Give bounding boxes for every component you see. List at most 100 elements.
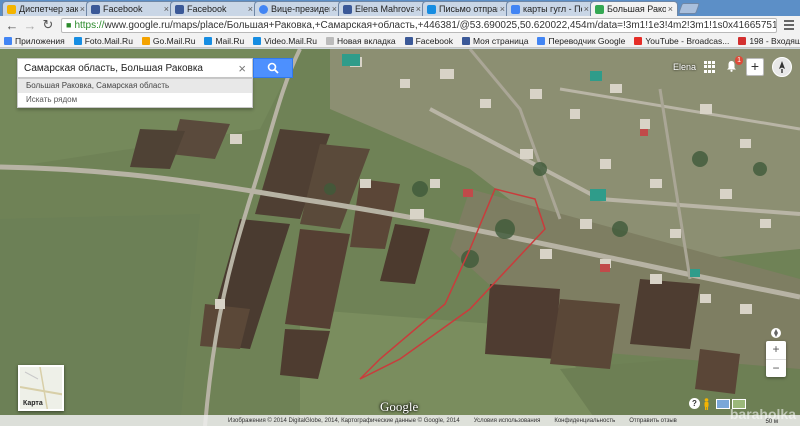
bookmark-go-mail[interactable]: Go.Mail.Ru xyxy=(141,35,196,46)
bookmark-mail-ru[interactable]: Mail.Ru xyxy=(204,36,244,46)
map-type-switcher[interactable]: Карта xyxy=(18,365,64,411)
back-button[interactable]: ← xyxy=(3,17,21,33)
close-icon[interactable]: × xyxy=(238,61,246,76)
search-input[interactable]: Самарская область, Большая Раковка × xyxy=(17,58,253,78)
user-name[interactable]: Elena xyxy=(673,62,696,72)
lock-icon: ■ xyxy=(66,20,72,30)
url-text: www.google.ru/maps/place/Большая+Раковка… xyxy=(104,19,777,31)
tab-bookmark-manager[interactable]: Диспетчер заклад × xyxy=(2,1,90,16)
bookmark-apps[interactable]: Приложения xyxy=(4,36,65,46)
hamburger-line xyxy=(784,28,794,30)
tab-elena-mahrova[interactable]: Elena Mahrova × xyxy=(338,1,426,16)
arrow-right-icon: → xyxy=(23,17,37,33)
bookmark-label: Foto.Mail.Ru xyxy=(84,35,133,46)
tab-title: Диспетчер заклад xyxy=(19,4,78,14)
bookmark-yandex-inbox[interactable]: 198 - Входящие — Я... xyxy=(738,36,800,46)
search-button[interactable] xyxy=(253,58,293,78)
facebook-icon xyxy=(461,36,470,45)
hamburger-line xyxy=(784,24,794,26)
close-icon[interactable]: × xyxy=(668,4,673,14)
search-icon xyxy=(267,62,279,74)
google-logo: Google xyxy=(380,399,419,414)
chrome-menu-button[interactable] xyxy=(781,18,797,32)
tab-title: Вице-президент xyxy=(271,4,330,14)
bookmark-youtube[interactable]: YouTube - Broadcas... xyxy=(634,36,729,46)
bookmarks-bar: Приложения Foto.Mail.Ru Go.Mail.Ru Mail.… xyxy=(0,34,800,48)
google-search-icon xyxy=(511,4,520,14)
tab-vice-president[interactable]: Вице-президент × xyxy=(254,1,342,16)
address-bar[interactable]: ■ https://www.google.ru/maps/place/Больш… xyxy=(61,17,777,33)
compass-icon[interactable] xyxy=(766,327,786,339)
bookmark-my-page[interactable]: Моя страница xyxy=(461,36,528,46)
youtube-icon xyxy=(634,36,643,45)
facebook-icon xyxy=(91,4,100,14)
mailru-icon xyxy=(73,36,82,45)
tab-google-maps-search[interactable]: карты гугл - Пои × xyxy=(506,1,594,16)
bookmark-label: Facebook xyxy=(415,35,453,46)
watermark-text: baraholka xyxy=(729,406,796,422)
bookmark-new-tab[interactable]: Новая вкладка xyxy=(326,36,396,46)
help-button[interactable]: ? xyxy=(689,398,700,409)
share-plus-button[interactable]: + xyxy=(746,58,764,76)
satellite-map[interactable]: Самарская область, Большая Раковка × Бол… xyxy=(0,49,800,426)
avatar[interactable] xyxy=(772,57,792,77)
bookmark-label: Новая вкладка xyxy=(337,35,396,46)
notifications-bell-icon[interactable]: 1 xyxy=(724,56,743,74)
facebook-icon xyxy=(343,4,352,14)
bookmark-foto-mail[interactable]: Foto.Mail.Ru xyxy=(73,35,133,46)
pegman-icon[interactable] xyxy=(703,398,710,410)
page-icon xyxy=(326,36,335,45)
tab-facebook-1[interactable]: Facebook × xyxy=(86,1,174,16)
bookmark-label: Приложения xyxy=(15,35,65,46)
close-icon[interactable]: × xyxy=(248,4,253,14)
feedback-link[interactable]: Отправить отзыв xyxy=(629,418,677,424)
tab-mail-sent[interactable]: Письмо отправл × xyxy=(422,1,510,16)
bookmark-video-mail[interactable]: Video.Mail.Ru xyxy=(253,36,317,46)
attribution-text: Изображения © 2014 DigitalGlobe, 2014, К… xyxy=(228,417,460,424)
bookmark-label: Mail.Ru xyxy=(215,35,245,46)
bookmark-facebook[interactable]: Facebook xyxy=(404,35,453,46)
tab-title: Письмо отправл xyxy=(439,4,498,14)
search-input-value: Самарская область, Большая Раковка xyxy=(24,62,203,74)
chrome-icon xyxy=(259,4,268,14)
maps-icon xyxy=(595,4,604,14)
suggestion-item[interactable]: Большая Раковка, Самарская область xyxy=(18,79,252,93)
close-icon[interactable]: × xyxy=(500,4,505,14)
close-icon[interactable]: × xyxy=(164,4,169,14)
privacy-link[interactable]: Конфиденциальность xyxy=(554,418,615,424)
bookmark-label: Go.Mail.Ru xyxy=(152,35,196,46)
close-icon[interactable]: × xyxy=(416,4,421,14)
zoom-in-button[interactable]: + xyxy=(766,341,786,359)
url-scheme: https:// xyxy=(74,19,105,31)
zoom-out-button[interactable]: − xyxy=(766,359,786,377)
map-footer: Изображения © 2014 DigitalGlobe, 2014, К… xyxy=(0,415,800,426)
tab-strip: Диспетчер заклад × Facebook × Facebook ×… xyxy=(0,0,800,16)
facebook-icon xyxy=(175,4,184,14)
tab-title: карты гугл - Пои xyxy=(523,4,582,14)
question-mark-icon: ? xyxy=(692,399,697,408)
reload-icon: ↻ xyxy=(42,17,54,32)
mailru-icon xyxy=(141,36,150,45)
tab-facebook-2[interactable]: Facebook × xyxy=(170,1,258,16)
arrow-left-icon: ← xyxy=(5,17,19,33)
forward-button[interactable]: → xyxy=(21,17,39,33)
tab-title: Facebook xyxy=(187,4,227,14)
close-icon[interactable]: × xyxy=(80,4,85,14)
reload-button[interactable]: ↻ xyxy=(39,17,57,33)
close-icon[interactable]: × xyxy=(584,4,589,14)
zoom-controls: + − xyxy=(766,341,786,377)
translate-icon xyxy=(537,36,546,45)
bookmark-label: Video.Mail.Ru xyxy=(264,35,318,46)
mailru-icon xyxy=(253,36,262,45)
terms-link[interactable]: Условия использования xyxy=(474,418,541,424)
mail-icon xyxy=(427,4,436,14)
suggestion-search-nearby[interactable]: Искать рядом xyxy=(18,93,252,107)
new-tab-button[interactable] xyxy=(677,3,701,14)
close-icon[interactable]: × xyxy=(332,4,337,14)
yandex-mail-icon xyxy=(738,36,747,45)
tab-bolshaya-rakovka[interactable]: Большая Раковк × xyxy=(590,1,678,16)
apps-grid-icon[interactable] xyxy=(704,61,716,73)
bookmark-google-translate[interactable]: Переводчик Google xyxy=(537,36,625,46)
tab-title: Facebook xyxy=(103,4,143,14)
photos-icon[interactable] xyxy=(716,399,730,409)
